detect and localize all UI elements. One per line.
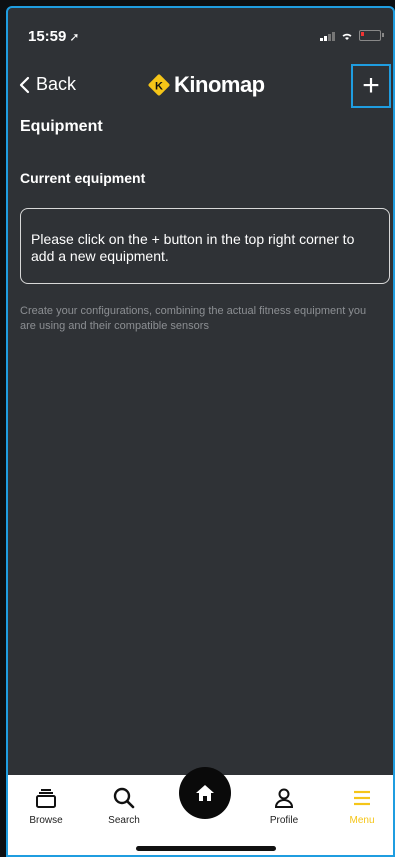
menu-icon: [354, 790, 370, 806]
home-indicator: [136, 846, 276, 851]
nav-bar: Back K Kinomap +: [8, 60, 393, 112]
status-time-text: 15:59: [28, 28, 67, 45]
signal-icon: [320, 31, 335, 41]
app-logo: K Kinomap: [148, 72, 265, 98]
tab-profile-label: Profile: [269, 815, 299, 826]
home-icon: [196, 785, 214, 801]
search-icon: [113, 787, 135, 809]
status-time: 15:59 ➚: [28, 28, 79, 45]
chevron-left-icon: [19, 76, 30, 93]
tab-search-label: Search: [108, 815, 140, 826]
app-screen: 15:59 ➚ Back K Kinomap + Equipment Curre…: [6, 6, 395, 857]
status-bar: 15:59 ➚: [8, 8, 393, 58]
app-name: Kinomap: [174, 72, 265, 97]
wifi-icon: [342, 33, 352, 40]
tab-menu[interactable]: Menu: [332, 785, 392, 826]
location-arrow-icon: ➚: [69, 30, 80, 44]
empty-message-text: Please click on the + button in the top …: [31, 231, 355, 264]
tab-home[interactable]: [179, 767, 231, 819]
svg-text:K: K: [155, 81, 163, 93]
browse-icon: [36, 789, 56, 808]
status-icons: [320, 30, 384, 41]
battery-icon: [359, 30, 384, 41]
profile-icon: [274, 788, 294, 808]
back-label: Back: [36, 74, 77, 94]
tab-profile[interactable]: Profile: [254, 785, 314, 826]
page-title: Equipment: [20, 118, 103, 135]
tab-search[interactable]: Search: [94, 785, 154, 826]
tab-bar: Browse Search Profile Menu: [8, 767, 393, 855]
kinomap-logo-icon: K: [148, 74, 170, 96]
tab-browse[interactable]: Browse: [16, 785, 76, 826]
add-label: +: [362, 69, 380, 102]
tab-browse-label: Browse: [29, 815, 63, 826]
back-button[interactable]: Back: [18, 74, 76, 95]
configuration-hint: Create your configurations, combining th…: [20, 305, 367, 332]
current-equipment-heading: Current equipment: [20, 170, 146, 186]
tab-menu-label: Menu: [349, 815, 375, 826]
empty-equipment-message: Please click on the + button in the top …: [20, 208, 390, 284]
add-equipment-button[interactable]: +: [351, 64, 391, 108]
